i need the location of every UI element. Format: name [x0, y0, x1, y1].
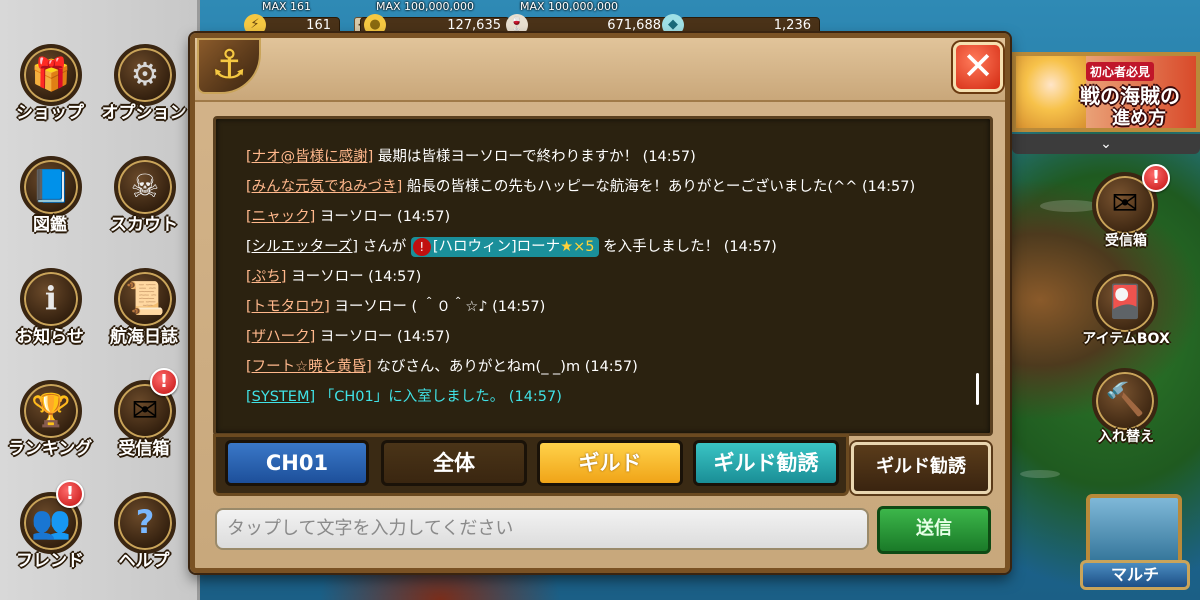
chat-text: 「CH01」に入室しました。 (14:57) — [315, 389, 562, 405]
info-icon: i — [44, 279, 58, 317]
right-menu-item-box[interactable]: 🎴 アイテムBOX — [1066, 264, 1186, 364]
chat-message: [SYSTEM] 「CH01」に入室しました。 (14:57) — [246, 385, 562, 406]
menu-news[interactable]: i お知らせ — [4, 260, 96, 364]
chat-message: [ナオ@皆様に感謝] 最期は皆様ヨーソローで終わりますか！ (14:57) — [246, 145, 696, 166]
notification-badge: ! — [1142, 164, 1170, 192]
right-itembox-label: アイテムBOX — [1082, 331, 1170, 347]
multi-button[interactable]: マルチ — [1080, 494, 1190, 594]
right-swap-label: 入れ替え — [1098, 429, 1154, 445]
close-icon: ✕ — [962, 44, 994, 88]
chat-message: [フート☆暁と黄昏] なびさん、ありがとねm(_ _)m (14:57) — [246, 355, 638, 376]
chat-user-link[interactable]: [ぷち] — [246, 269, 286, 285]
stamina-max: MAX 161 — [262, 0, 312, 13]
wine-max: MAX 100,000,000 — [520, 0, 619, 13]
menu-help[interactable]: ? ヘルプ — [98, 484, 190, 588]
menu-shop[interactable]: 🎁 ショップ — [4, 36, 96, 140]
guild-recruit-button[interactable]: ギルド勧誘 — [851, 442, 991, 494]
chat-message: [ザハーク] ヨーソロー (14:57) — [246, 325, 450, 346]
menu-help-label: ヘルプ — [118, 551, 170, 571]
menu-scout-label: スカウト — [110, 215, 178, 235]
chat-message: [ニャック] ヨーソロー (14:57) — [246, 205, 450, 226]
menu-shop-label: ショップ — [16, 103, 84, 123]
gear-icon: ⚙ — [130, 55, 160, 93]
book-icon: 📘 — [31, 167, 71, 205]
chat-message: [トモタロウ] ヨーソロー ( ＾０＾☆♪ (14:57) — [246, 295, 545, 316]
chat-text: ヨーソロー (14:57) — [286, 269, 422, 285]
tab-ch01[interactable]: CH01 — [225, 440, 369, 486]
anchor-icon: ⚓ — [211, 42, 247, 88]
close-button[interactable]: ✕ — [953, 42, 1003, 92]
chat-user-link[interactable]: [シルエッターズ] — [246, 239, 358, 255]
chat-input[interactable]: タップして文字を入力してください — [215, 508, 869, 550]
item-name: [ハロウィン]ローナ — [432, 239, 561, 255]
tab-guild[interactable]: ギルド — [537, 440, 683, 486]
banner-toggle-button[interactable]: ⌄ — [1012, 134, 1200, 154]
banner-line2: 進め方 — [1112, 108, 1166, 129]
tab-guild-recruit[interactable]: ギルド勧誘 — [693, 440, 839, 486]
chat-text: ヨーソロー ( ＾０＾☆♪ (14:57) — [329, 299, 546, 315]
chat-user-link[interactable]: [みんな元気でねみづき] — [246, 179, 402, 195]
menu-options[interactable]: ⚙ オプション — [98, 36, 190, 140]
chat-user-link[interactable]: [トモタロウ] — [246, 299, 330, 315]
right-menu-inbox[interactable]: ✉ 受信箱 ! — [1066, 164, 1186, 266]
modal-header — [195, 38, 1005, 102]
star-rating: ★×5 — [560, 239, 595, 255]
chat-text: なびさん、ありがとねm(_ _)m (14:57) — [371, 359, 638, 375]
menu-encyclopedia[interactable]: 📘 図鑑 — [4, 148, 96, 252]
menu-friends-label: フレンド — [16, 551, 84, 571]
sword-icon: ! — [412, 238, 431, 256]
menu-ranking-label: ランキング — [7, 439, 93, 459]
chat-scrollbar[interactable] — [976, 373, 979, 405]
hammer-icon: 🔨 — [1105, 380, 1145, 418]
left-menu: 🎁 ショップ ⚙ オプション 📘 図鑑 ☠ スカウト i お知らせ 📜 航海日誌… — [0, 0, 200, 600]
chat-user-link[interactable]: [フート☆暁と黄昏] — [246, 359, 372, 375]
gold-max: MAX 100,000,000 — [376, 0, 475, 13]
chevron-down-icon: ⌄ — [1100, 136, 1112, 152]
pirate-flag-icon: ☠ — [130, 167, 160, 205]
logbook-icon: 📜 — [125, 279, 165, 317]
chat-text: を入手しました！ (14:57) — [598, 239, 777, 255]
shop-icon: 🎁 — [31, 55, 71, 93]
chat-user-link[interactable]: [ザハーク] — [246, 329, 315, 345]
chat-user-link[interactable]: [ナオ@皆様に感謝] — [246, 149, 373, 165]
chat-modal: ⚓ ✕ [ナオ@皆様に感謝] 最期は皆様ヨーソローで終わりますか！ (14:57… — [190, 33, 1010, 573]
menu-logbook-label: 航海日誌 — [110, 327, 178, 347]
chat-text: ヨーソロー (14:57) — [315, 209, 451, 225]
menu-inbox-label: 受信箱 — [118, 439, 170, 459]
menu-inbox[interactable]: ✉ 受信箱 ! — [98, 368, 190, 476]
banner-tag: 初心者必見 — [1086, 62, 1155, 81]
beginner-guide-banner[interactable]: 初心者必見 戦の海賊の 進め方 — [1012, 52, 1200, 132]
item-link[interactable]: ! [ハロウィン]ローナ★×5 — [410, 237, 599, 257]
item-box-icon: 🎴 — [1105, 282, 1145, 320]
chat-text: 船長の皆様この先もハッピーな航海を！ありがとーございました(^^ (14:57) — [402, 179, 916, 195]
help-icon: ? — [135, 503, 155, 541]
chat-system-label: [SYSTEM] — [246, 389, 316, 405]
menu-encyclopedia-label: 図鑑 — [33, 215, 67, 235]
chat-message: [ぷち] ヨーソロー (14:57) — [246, 265, 421, 286]
menu-friends[interactable]: 👥 フレンド ! — [4, 480, 96, 588]
right-inbox-label: 受信箱 — [1105, 233, 1147, 249]
menu-scout[interactable]: ☠ スカウト — [98, 148, 190, 252]
chat-text: さんが — [358, 239, 411, 255]
multi-label: マルチ — [1080, 560, 1190, 590]
notification-badge: ! — [56, 480, 84, 508]
menu-options-label: オプション — [101, 103, 187, 123]
chat-message: [シルエッターズ] さんが ! [ハロウィン]ローナ★×5 を入手しました！ (1… — [246, 235, 777, 257]
notification-badge: ! — [150, 368, 178, 396]
right-menu-swap[interactable]: 🔨 入れ替え — [1066, 362, 1186, 462]
chat-text: 最期は皆様ヨーソローで終わりますか！ (14:57) — [373, 149, 696, 165]
menu-ranking[interactable]: 🏆 ランキング — [4, 372, 96, 476]
character-portrait — [1016, 56, 1086, 128]
chat-user-link[interactable]: [ニャック] — [246, 209, 315, 225]
menu-news-label: お知らせ — [16, 327, 84, 347]
chat-message: [みんな元気でねみづき] 船長の皆様この先もハッピーな航海を！ありがとーございま… — [246, 175, 915, 196]
send-button[interactable]: 送信 — [877, 506, 991, 554]
chat-log[interactable]: [ナオ@皆様に感謝] 最期は皆様ヨーソローで終わりますか！ (14:57) [み… — [213, 116, 993, 436]
anchor-emblem: ⚓ — [193, 36, 267, 98]
menu-logbook[interactable]: 📜 航海日誌 — [98, 260, 190, 364]
chat-text: ヨーソロー (14:57) — [315, 329, 451, 345]
tab-all[interactable]: 全体 — [381, 440, 527, 486]
trophy-icon: 🏆 — [31, 391, 71, 429]
